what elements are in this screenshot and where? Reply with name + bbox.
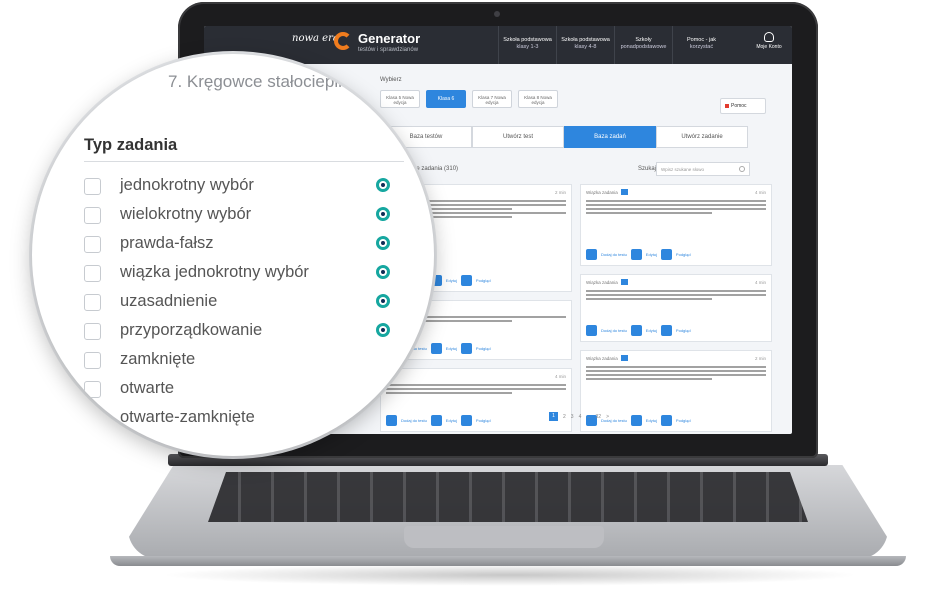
tab-create-task[interactable]: Utwórz zadanie xyxy=(656,126,748,148)
level-option[interactable]: Klasa 7 Nowa edycja xyxy=(472,90,512,108)
magnifier-circle: 7. Kręgowce stałocieplne Typ zadania jed… xyxy=(32,54,434,456)
page-button[interactable]: 2 xyxy=(563,414,566,420)
preview-icon[interactable] xyxy=(660,325,672,336)
account-label: Moje Konto xyxy=(756,44,782,50)
top-nav: Szkoła podstawowa klasy 1-3 Szkoła podsta… xyxy=(498,26,730,64)
page-ellipsis: ... xyxy=(586,413,591,420)
page-button-active[interactable]: 1 xyxy=(549,412,558,421)
divider xyxy=(84,161,404,162)
edit-icon[interactable] xyxy=(430,343,442,354)
tab-task-base[interactable]: Baza zadań xyxy=(564,126,656,148)
app-subtitle: testów i sprawdzianów xyxy=(358,47,419,53)
edit-icon[interactable] xyxy=(630,249,642,260)
help-dropdown[interactable]: Pomoc xyxy=(720,98,766,114)
laptop-base-lip xyxy=(110,556,906,566)
section-heading: 7. Kręgowce stałocieplne xyxy=(168,72,358,91)
checkbox[interactable] xyxy=(84,265,101,282)
task-card[interactable]: Wiązka zadania 4 min Dodaj do testu Edytuj… xyxy=(580,274,772,342)
search-icon[interactable] xyxy=(739,166,745,172)
edit-icon[interactable] xyxy=(430,415,442,426)
filter-option[interactable]: zamknięte xyxy=(84,350,414,374)
filter-option[interactable]: otwarte-zamknięte xyxy=(84,408,414,432)
laptop-trackpad xyxy=(404,526,604,548)
search-input[interactable]: Wpisz szukane słowo xyxy=(656,162,750,176)
app-title[interactable]: Generator xyxy=(358,31,420,46)
account-button[interactable]: Moje Konto xyxy=(752,32,786,50)
laptop-shadow xyxy=(160,564,860,586)
preview-icon[interactable] xyxy=(660,249,672,260)
checkbox[interactable] xyxy=(84,323,101,340)
level-option[interactable]: Klasa 8 Nowa edycja xyxy=(518,90,558,108)
task-type-icon xyxy=(376,207,390,221)
filter-option[interactable]: wielokrotny wybór xyxy=(84,205,414,229)
task-type-icon xyxy=(376,178,390,192)
preview-icon[interactable] xyxy=(460,415,472,426)
nav-item[interactable]: Pomoc - jak korzystać xyxy=(672,26,730,64)
task-type-icon xyxy=(376,265,390,279)
page-button[interactable]: 32 xyxy=(596,414,602,420)
search-label: Szukaj xyxy=(638,166,657,172)
level-option[interactable]: Klasa 5 Nowa edycja xyxy=(380,90,420,108)
nav-item[interactable]: Szkoła podstawowa klasy 4-8 xyxy=(556,26,614,64)
level-selector: Klasa 5 Nowa edycja Klasa 6 Klasa 7 Nowa… xyxy=(380,90,558,108)
checkbox[interactable] xyxy=(84,410,101,427)
checkbox[interactable] xyxy=(84,381,101,398)
pagination: 1 2 3 4 ... 32 > xyxy=(549,412,609,421)
top-bar: nowa era Generator testów i sprawdzianów… xyxy=(204,26,792,64)
filter-option[interactable]: przyporządkowanie xyxy=(84,321,414,345)
filter-option[interactable]: wiązka jednokrotny wybór xyxy=(84,263,414,287)
filter-option[interactable]: otwarte xyxy=(84,379,414,403)
user-icon xyxy=(764,32,774,42)
checkbox[interactable] xyxy=(84,294,101,311)
edit-icon[interactable] xyxy=(630,415,642,426)
next-page-icon[interactable]: > xyxy=(606,414,609,420)
nowa-era-logo[interactable]: nowa era xyxy=(292,34,339,44)
filter-option[interactable]: jednokrotny wybór xyxy=(84,176,414,200)
page-button[interactable]: 4 xyxy=(579,414,582,420)
level-option-active[interactable]: Klasa 6 xyxy=(426,90,466,108)
checkbox[interactable] xyxy=(84,236,101,253)
task-type-icon xyxy=(376,323,390,337)
checkbox[interactable] xyxy=(84,178,101,195)
task-type-icon xyxy=(376,294,390,308)
select-label: Wybierz xyxy=(380,77,402,83)
main-tabs: Baza testów Utwórz test Baza zadań Utwór… xyxy=(380,126,748,148)
add-to-test-icon[interactable] xyxy=(586,249,597,260)
camera-icon xyxy=(494,11,500,17)
filter-option[interactable]: prawda-fałsz xyxy=(84,234,414,258)
nav-item[interactable]: Szkoły ponadpodstawowe xyxy=(614,26,672,64)
time-label: 2 min xyxy=(554,189,566,195)
generator-logo-icon xyxy=(334,32,352,50)
checkbox[interactable] xyxy=(84,352,101,369)
task-card[interactable]: Wiązka zadania 4 min Dodaj do testu Edytuj… xyxy=(580,184,772,266)
page-button[interactable]: 3 xyxy=(571,414,574,420)
results-header: tane zadania (310) Szukaj Wpisz szukane … xyxy=(380,160,780,178)
add-to-test-icon[interactable] xyxy=(586,325,597,336)
task-type-icon xyxy=(376,236,390,250)
nav-item[interactable]: Szkoła podstawowa klasy 1-3 xyxy=(498,26,556,64)
preview-icon[interactable] xyxy=(460,275,472,286)
laptop-keyboard xyxy=(208,472,808,522)
preview-icon[interactable] xyxy=(660,415,672,426)
edit-icon[interactable] xyxy=(630,325,642,336)
tab-create-test[interactable]: Utwórz test xyxy=(472,126,564,148)
filter-option[interactable]: uzasadnienie xyxy=(84,292,414,316)
preview-icon[interactable] xyxy=(460,343,472,354)
filter-title: Typ zadania xyxy=(84,136,178,154)
checkbox[interactable] xyxy=(84,207,101,224)
